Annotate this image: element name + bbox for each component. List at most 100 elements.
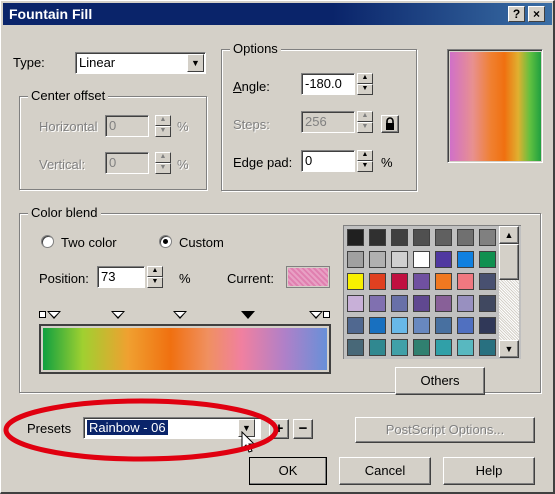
- angle-spinner[interactable]: ▲ ▼: [357, 73, 373, 95]
- palette-swatch[interactable]: [369, 339, 386, 356]
- two-color-label: Two color: [61, 235, 117, 250]
- palette-swatch[interactable]: [369, 251, 386, 268]
- close-button[interactable]: ×: [528, 6, 545, 22]
- spin-down-icon[interactable]: ▼: [357, 84, 373, 95]
- horizontal-spinner[interactable]: ▲ ▼: [155, 115, 171, 137]
- scroll-down-icon[interactable]: ▼: [499, 340, 519, 358]
- spin-down-icon[interactable]: ▼: [155, 126, 171, 137]
- remove-preset-button[interactable]: −: [293, 419, 313, 439]
- palette-swatch[interactable]: [369, 273, 386, 290]
- postscript-options-button[interactable]: PostScript Options...: [355, 417, 535, 443]
- spin-up-icon[interactable]: ▲: [155, 152, 171, 163]
- spin-down-icon[interactable]: ▼: [357, 161, 373, 172]
- palette-swatch[interactable]: [457, 339, 474, 356]
- spin-up-icon[interactable]: ▲: [357, 111, 373, 122]
- help-button[interactable]: Help: [443, 457, 535, 485]
- color-blend-title: Color blend: [28, 205, 101, 220]
- palette-swatch[interactable]: [435, 251, 452, 268]
- palette-swatch[interactable]: [413, 273, 430, 290]
- palette-swatch[interactable]: [413, 317, 430, 334]
- palette-swatch[interactable]: [391, 229, 408, 246]
- palette-swatch[interactable]: [347, 317, 364, 334]
- spin-up-icon[interactable]: ▲: [357, 150, 373, 161]
- cancel-button[interactable]: Cancel: [339, 457, 431, 485]
- vertical-input[interactable]: 0: [105, 152, 149, 174]
- palette-swatch[interactable]: [479, 317, 496, 334]
- help-titlebar-button[interactable]: ?: [508, 6, 525, 22]
- horizontal-unit: %: [177, 119, 189, 134]
- palette-swatch[interactable]: [369, 295, 386, 312]
- position-unit: %: [179, 271, 191, 286]
- title-bar: Fountain Fill ? ×: [3, 3, 552, 25]
- palette-swatch[interactable]: [391, 273, 408, 290]
- spin-up-icon[interactable]: ▲: [147, 266, 163, 277]
- horizontal-input[interactable]: 0: [105, 115, 149, 137]
- palette-swatch[interactable]: [457, 295, 474, 312]
- others-button[interactable]: Others: [395, 367, 485, 395]
- palette-swatch[interactable]: [391, 251, 408, 268]
- current-color-swatch[interactable]: [286, 266, 330, 288]
- palette-swatch[interactable]: [369, 229, 386, 246]
- steps-spinner[interactable]: ▲ ▼: [357, 111, 373, 133]
- palette-swatch[interactable]: [479, 229, 496, 246]
- blend-marker[interactable]: [173, 311, 187, 319]
- dialog-title: Fountain Fill: [9, 6, 93, 22]
- palette-swatch[interactable]: [413, 295, 430, 312]
- palette-swatch[interactable]: [435, 229, 452, 246]
- palette-swatch[interactable]: [435, 295, 452, 312]
- scrollbar-thumb[interactable]: [499, 244, 519, 280]
- edge-pad-spinner[interactable]: ▲ ▼: [357, 150, 373, 172]
- spin-down-icon[interactable]: ▼: [147, 277, 163, 288]
- palette-swatch[interactable]: [479, 251, 496, 268]
- palette-swatch[interactable]: [347, 339, 364, 356]
- palette-swatch[interactable]: [457, 273, 474, 290]
- vertical-unit: %: [177, 157, 189, 172]
- spin-down-icon[interactable]: ▼: [155, 163, 171, 174]
- spin-down-icon[interactable]: ▼: [357, 122, 373, 133]
- palette-scrollbar[interactable]: ▲ ▼: [499, 226, 519, 358]
- palette-swatch[interactable]: [479, 339, 496, 356]
- spin-up-icon[interactable]: ▲: [357, 73, 373, 84]
- blend-end-marker[interactable]: [323, 311, 330, 318]
- palette-swatch[interactable]: [413, 251, 430, 268]
- palette-swatch[interactable]: [347, 295, 364, 312]
- vertical-spinner[interactable]: ▲ ▼: [155, 152, 171, 174]
- palette-swatch[interactable]: [347, 273, 364, 290]
- palette-swatch[interactable]: [435, 339, 452, 356]
- palette-swatch[interactable]: [479, 273, 496, 290]
- blend-bar[interactable]: [39, 324, 331, 374]
- position-input[interactable]: 73: [97, 266, 145, 288]
- spin-up-icon[interactable]: ▲: [155, 115, 171, 126]
- horizontal-label: Horizontal: [39, 119, 98, 134]
- palette-swatch[interactable]: [457, 229, 474, 246]
- palette-swatch[interactable]: [435, 317, 452, 334]
- palette-swatch[interactable]: [347, 229, 364, 246]
- palette-swatch[interactable]: [391, 317, 408, 334]
- steps-lock-button[interactable]: [381, 115, 399, 133]
- palette-swatch[interactable]: [479, 295, 496, 312]
- color-palette[interactable]: [343, 225, 521, 359]
- blend-marker[interactable]: [47, 311, 61, 319]
- angle-input[interactable]: -180.0: [301, 73, 355, 95]
- steps-input[interactable]: 256: [301, 111, 355, 133]
- blend-marker-selected[interactable]: [241, 311, 255, 319]
- palette-swatch[interactable]: [413, 339, 430, 356]
- type-select-value: Linear: [79, 55, 116, 70]
- edge-pad-input[interactable]: 0: [301, 150, 355, 172]
- palette-swatch[interactable]: [413, 229, 430, 246]
- two-color-radio[interactable]: [41, 235, 54, 248]
- palette-swatch[interactable]: [457, 317, 474, 334]
- blend-marker[interactable]: [309, 311, 323, 319]
- palette-swatch[interactable]: [391, 339, 408, 356]
- palette-swatch[interactable]: [457, 251, 474, 268]
- type-dropdown-button[interactable]: ▼: [187, 54, 204, 72]
- custom-radio[interactable]: [159, 235, 172, 248]
- palette-swatch[interactable]: [347, 251, 364, 268]
- blend-marker[interactable]: [111, 311, 125, 319]
- palette-swatch[interactable]: [391, 295, 408, 312]
- scroll-up-icon[interactable]: ▲: [499, 226, 519, 244]
- position-spinner[interactable]: ▲ ▼: [147, 266, 163, 288]
- blend-start-marker[interactable]: [39, 311, 46, 318]
- palette-swatch[interactable]: [369, 317, 386, 334]
- palette-swatch[interactable]: [435, 273, 452, 290]
